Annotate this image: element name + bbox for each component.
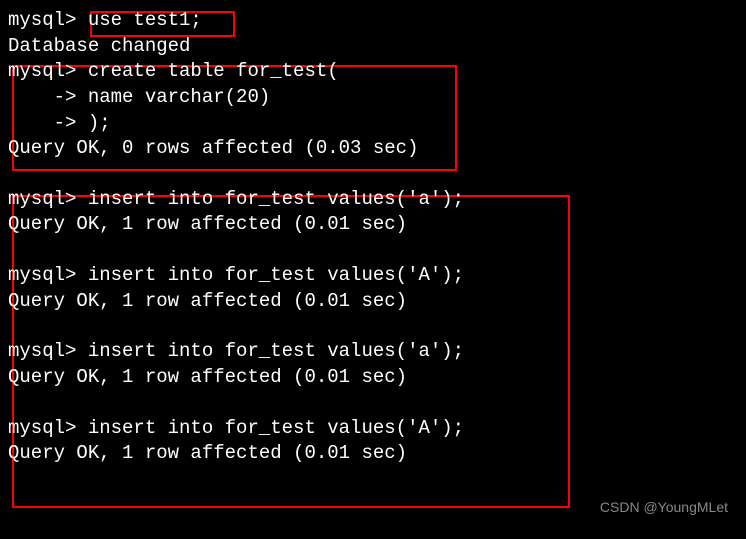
terminal-line: Query OK, 0 rows affected (0.03 sec) xyxy=(8,136,738,162)
blank-line xyxy=(8,391,738,416)
terminal-line: mysql> insert into for_test values('A'); xyxy=(8,263,738,289)
terminal-line: mysql> use test1; xyxy=(8,8,738,34)
terminal-line: Query OK, 1 row affected (0.01 sec) xyxy=(8,289,738,315)
terminal-line: Query OK, 1 row affected (0.01 sec) xyxy=(8,212,738,238)
terminal-line: mysql> insert into for_test values('a'); xyxy=(8,339,738,365)
watermark: CSDN @YoungMLet xyxy=(600,498,728,517)
terminal-line: Query OK, 1 row affected (0.01 sec) xyxy=(8,365,738,391)
blank-line xyxy=(8,162,738,187)
blank-line xyxy=(8,238,738,263)
terminal-line: Database changed xyxy=(8,34,738,60)
terminal-output: mysql> use test1; Database changed mysql… xyxy=(8,8,738,467)
terminal-line: mysql> insert into for_test values('a'); xyxy=(8,187,738,213)
terminal-line: mysql> create table for_test( xyxy=(8,59,738,85)
terminal-line: mysql> insert into for_test values('A'); xyxy=(8,416,738,442)
terminal-line: -> ); xyxy=(8,111,738,137)
blank-line xyxy=(8,314,738,339)
terminal-line: Query OK, 1 row affected (0.01 sec) xyxy=(8,441,738,467)
terminal-line: -> name varchar(20) xyxy=(8,85,738,111)
